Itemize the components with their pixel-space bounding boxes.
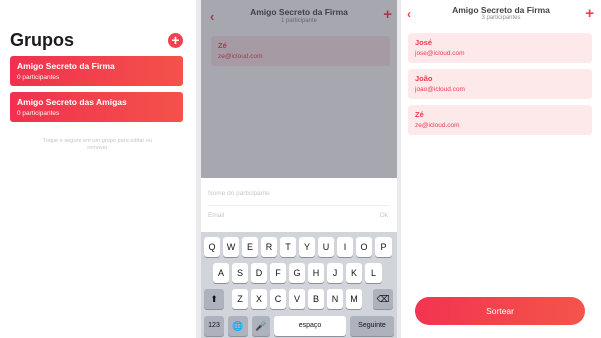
keyboard: Q W E R T Y U I O P A S D F G H J K L ⬆ … xyxy=(201,232,397,338)
key-v[interactable]: V xyxy=(289,289,305,309)
return-key[interactable]: Seguinte xyxy=(350,316,394,336)
key-k[interactable]: K xyxy=(346,263,362,283)
key-h[interactable]: H xyxy=(308,263,324,283)
key-x[interactable]: X xyxy=(251,289,267,309)
shift-key[interactable]: ⬆ xyxy=(204,289,224,309)
backspace-icon: ⌫ xyxy=(376,294,390,304)
key-l[interactable]: L xyxy=(365,263,382,283)
group-card-firma[interactable]: Amigo Secreto da Firma 0 participantes xyxy=(10,56,183,86)
group-count: 0 participantes xyxy=(17,74,60,81)
participant-name: Zé xyxy=(415,110,424,119)
key-i[interactable]: I xyxy=(337,237,353,257)
participant-card[interactable]: José jose@icloud.com xyxy=(408,33,592,63)
email-field[interactable]: Email xyxy=(208,212,224,219)
key-z[interactable]: Z xyxy=(232,289,248,309)
globe-key[interactable]: 🌐 xyxy=(228,316,248,336)
participant-email: joao@icloud.com xyxy=(415,86,465,93)
hint-text: Toque e segure em um grupo para editar o… xyxy=(42,138,153,151)
key-q[interactable]: Q xyxy=(204,237,220,257)
key-j[interactable]: J xyxy=(327,263,343,283)
participant-card[interactable]: Zé ze@icloud.com xyxy=(408,105,592,135)
page-title: Grupos xyxy=(10,30,75,50)
key-p[interactable]: P xyxy=(375,237,392,257)
group-name: Amigo Secreto das Amigas xyxy=(17,97,127,107)
participants-screen: ‹ Amigo Secreto da Firma 3 participantes… xyxy=(401,0,601,338)
key-u[interactable]: U xyxy=(318,237,334,257)
name-field[interactable]: Nome do participante xyxy=(208,190,270,197)
key-m[interactable]: M xyxy=(346,289,362,309)
draw-button[interactable]: Sortear xyxy=(415,297,585,325)
key-s[interactable]: S xyxy=(232,263,248,283)
group-card-amigas[interactable]: Amigo Secreto das Amigas 0 participantes xyxy=(10,92,183,122)
space-key[interactable]: espaço xyxy=(274,316,346,336)
group-name: Amigo Secreto da Firma xyxy=(17,61,115,71)
add-participant-icon[interactable]: + xyxy=(585,5,594,22)
shift-arrow-icon: ⬆ xyxy=(210,294,218,304)
key-g[interactable]: G xyxy=(289,263,305,283)
key-r[interactable]: R xyxy=(261,237,277,257)
microphone-icon: 🎤 xyxy=(255,321,267,331)
globe-icon: 🌐 xyxy=(232,321,244,331)
key-a[interactable]: A xyxy=(213,263,229,283)
key-d[interactable]: D xyxy=(251,263,267,283)
participant-email: ze@icloud.com xyxy=(415,122,460,129)
divider xyxy=(208,205,390,206)
participant-email: jose@icloud.com xyxy=(415,50,465,57)
key-b[interactable]: B xyxy=(308,289,324,309)
nav-subtitle: 3 participantes xyxy=(481,15,521,21)
participant-name: João xyxy=(415,74,433,83)
numbers-key[interactable]: 123 xyxy=(204,316,224,336)
modal-overlay[interactable] xyxy=(201,0,397,178)
participant-form: Nome do participante Email Ok xyxy=(201,178,397,232)
participant-name: José xyxy=(415,38,433,47)
key-w[interactable]: W xyxy=(223,237,239,257)
add-participant-screen: ‹ Amigo Secreto da Firma 1 participante … xyxy=(201,0,397,338)
key-e[interactable]: E xyxy=(242,237,258,257)
backspace-key[interactable]: ⌫ xyxy=(373,289,393,309)
key-t[interactable]: T xyxy=(280,237,296,257)
key-n[interactable]: N xyxy=(327,289,343,309)
plus-icon: + xyxy=(171,32,180,48)
groups-screen: Grupos + Amigo Secreto da Firma 0 partic… xyxy=(0,0,196,338)
key-c[interactable]: C xyxy=(270,289,286,309)
mic-key[interactable]: 🎤 xyxy=(252,316,270,336)
add-group-button[interactable]: + xyxy=(168,33,183,48)
group-count: 0 participantes xyxy=(17,110,60,117)
key-f[interactable]: F xyxy=(270,263,286,283)
ok-button[interactable]: Ok xyxy=(380,212,388,219)
key-o[interactable]: O xyxy=(356,237,372,257)
nav-title: Amigo Secreto da Firma xyxy=(452,5,550,15)
participant-card[interactable]: João joao@icloud.com xyxy=(408,69,592,99)
key-y[interactable]: Y xyxy=(299,237,315,257)
